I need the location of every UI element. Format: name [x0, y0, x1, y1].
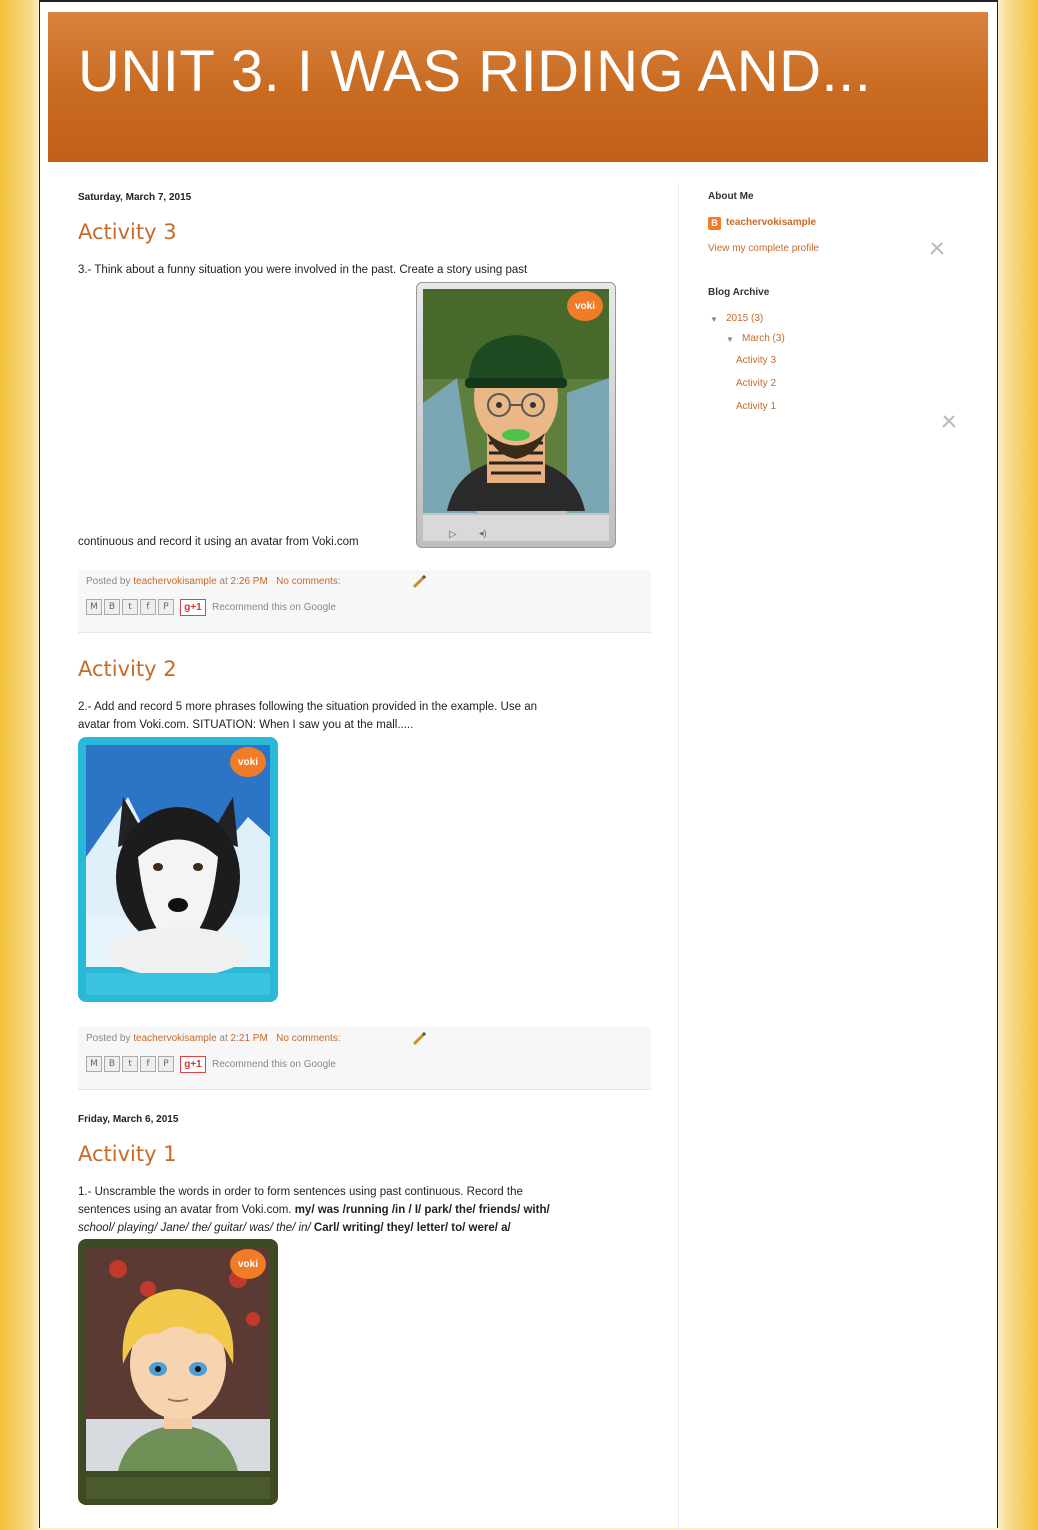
- comments-link[interactable]: No comments:: [276, 576, 340, 587]
- recommend-text: Recommend this on Google: [212, 601, 336, 613]
- blog-title[interactable]: UNIT 3. I WAS RIDING AND...: [78, 38, 871, 105]
- post-title-activity-2[interactable]: Activity 2: [78, 657, 177, 681]
- column-divider: [678, 182, 679, 1530]
- voki-badge: voki: [230, 1249, 266, 1279]
- gplus-button[interactable]: g+1: [180, 598, 206, 616]
- archive-post-link[interactable]: Activity 3: [736, 355, 776, 366]
- comments-link[interactable]: No comments:: [276, 1033, 340, 1044]
- email-share-icon[interactable]: M: [86, 599, 102, 615]
- voki-player-boy[interactable]: voki: [78, 1239, 278, 1505]
- pinterest-share-icon[interactable]: P: [158, 1056, 174, 1072]
- view-profile-link[interactable]: View my complete profile: [708, 243, 819, 254]
- voki-badge: voki: [230, 747, 266, 777]
- play-icon[interactable]: ▷: [449, 529, 459, 540]
- at-label: at: [219, 1033, 228, 1044]
- post-title-activity-3[interactable]: Activity 3: [78, 220, 177, 244]
- post-body-bold: my/ was /running /in / I/ park/ the/ fri…: [294, 1204, 550, 1216]
- blog-archive-heading: Blog Archive: [708, 287, 770, 298]
- posted-by-label: Posted by: [86, 576, 131, 587]
- share-bar: M B t f P g+1 Recommend this on Google: [86, 1055, 336, 1073]
- at-label: at: [219, 576, 228, 587]
- post-body-line: 1.- Unscramble the words in order to for…: [78, 1186, 523, 1198]
- post-body-bold: Carl/ writing/ they/ letter/ to/ were/ a…: [313, 1222, 511, 1234]
- post-body-line: sentences using an avatar from Voki.com.…: [78, 1202, 550, 1219]
- blogthis-share-icon[interactable]: B: [104, 599, 120, 615]
- gplus-button[interactable]: g+1: [180, 1055, 206, 1073]
- author-link[interactable]: teachervokisample: [133, 576, 216, 587]
- date-header: Friday, March 6, 2015: [78, 1114, 179, 1125]
- email-share-icon[interactable]: M: [86, 1056, 102, 1072]
- blogger-icon: B: [708, 217, 721, 230]
- voki-badge: voki: [567, 291, 603, 321]
- post-body-line: 3.- Think about a funny situation you we…: [78, 264, 528, 276]
- voki-player-dog[interactable]: voki: [78, 737, 278, 1002]
- collapse-month-icon[interactable]: ▼: [726, 335, 734, 344]
- post-body-line: avatar from Voki.com. SITUATION: When I …: [78, 719, 414, 731]
- post-title-activity-1[interactable]: Activity 1: [78, 1142, 177, 1166]
- pinterest-share-icon[interactable]: P: [158, 599, 174, 615]
- archive-year-link[interactable]: 2015 (3): [726, 313, 763, 324]
- recommend-text: Recommend this on Google: [212, 1058, 336, 1070]
- page-frame: UNIT 3. I WAS RIDING AND... Saturday, Ma…: [39, 0, 998, 1530]
- post-meta: Posted by teachervokisample at 2:21 PM N…: [86, 1033, 341, 1044]
- twitter-share-icon[interactable]: t: [122, 599, 138, 615]
- collapse-year-icon[interactable]: ▼: [710, 315, 718, 324]
- post-body-line: school/ playing/ Jane/ the/ guitar/ was/…: [78, 1220, 511, 1237]
- post-body-line: 2.- Add and record 5 more phrases follow…: [78, 701, 537, 713]
- voki-player-man[interactable]: voki ▷ ◂): [416, 282, 616, 548]
- blogthis-share-icon[interactable]: B: [104, 1056, 120, 1072]
- edit-pencil-icon[interactable]: [411, 1029, 429, 1047]
- archive-month-link[interactable]: March (3): [742, 333, 785, 344]
- facebook-share-icon[interactable]: f: [140, 1056, 156, 1072]
- facebook-share-icon[interactable]: f: [140, 599, 156, 615]
- post-body-text: sentences using an avatar from Voki.com.: [78, 1204, 292, 1216]
- post-time-link[interactable]: 2:21 PM: [231, 1033, 268, 1044]
- post-footer: Posted by teachervokisample at 2:26 PM N…: [78, 570, 651, 633]
- posted-by-label: Posted by: [86, 1033, 131, 1044]
- post-body-italic: school/ playing/ Jane/ the/ guitar/ was/…: [78, 1222, 311, 1234]
- post-time-link[interactable]: 2:26 PM: [231, 576, 268, 587]
- man-avatar-image: [423, 289, 609, 541]
- wrench-screwdriver-icon[interactable]: [928, 239, 946, 257]
- profile-name-link[interactable]: teachervokisample: [726, 217, 816, 228]
- share-bar: M B t f P g+1 Recommend this on Google: [86, 598, 336, 616]
- date-header: Saturday, March 7, 2015: [78, 192, 192, 203]
- author-link[interactable]: teachervokisample: [133, 1033, 216, 1044]
- post-footer: Posted by teachervokisample at 2:21 PM N…: [78, 1027, 651, 1090]
- post-body-line: continuous and record it using an avatar…: [78, 536, 359, 548]
- volume-icon[interactable]: ◂): [479, 528, 487, 539]
- twitter-share-icon[interactable]: t: [122, 1056, 138, 1072]
- blog-header: UNIT 3. I WAS RIDING AND...: [48, 12, 988, 162]
- wrench-screwdriver-icon[interactable]: [940, 412, 958, 430]
- archive-post-link[interactable]: Activity 2: [736, 378, 776, 389]
- edit-pencil-icon[interactable]: [411, 572, 429, 590]
- about-me-heading: About Me: [708, 191, 754, 202]
- archive-post-link[interactable]: Activity 1: [736, 401, 776, 412]
- post-meta: Posted by teachervokisample at 2:26 PM N…: [86, 576, 341, 587]
